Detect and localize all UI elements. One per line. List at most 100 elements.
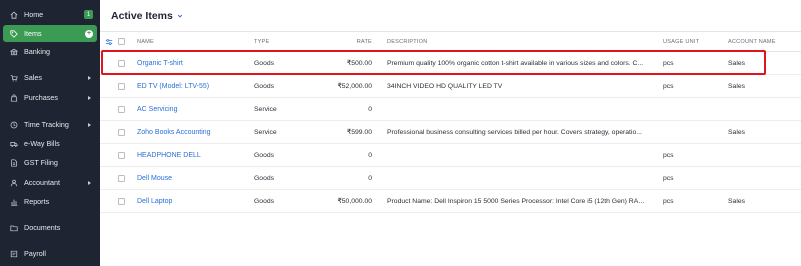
sidebar-item-label: Items <box>24 29 42 38</box>
column-settings-icon[interactable] <box>105 32 115 51</box>
select-all-checkbox[interactable] <box>118 32 126 51</box>
item-usage-unit: pcs <box>663 151 674 159</box>
truck-icon <box>7 140 21 148</box>
sidebar-item-documents[interactable]: Documents <box>3 219 97 236</box>
sidebar-item-label: e-Way Bills <box>24 139 60 148</box>
tag-icon <box>7 29 21 38</box>
table-row[interactable]: Dell Laptop Goods ₹50,000.00 Product Nam… <box>100 190 801 213</box>
item-account-name: Sales <box>728 197 746 205</box>
sidebar-item-label: Home <box>24 10 44 19</box>
table-row[interactable]: ED TV (Model: LTV-55) Goods ₹52,000.00 3… <box>100 75 801 98</box>
item-name-link[interactable]: Zoho Books Accounting <box>137 129 211 136</box>
sidebar-item-label: Reports <box>24 197 50 206</box>
sidebar-item-gst-filing[interactable]: GST Filing <box>3 154 97 171</box>
bag-icon <box>7 93 21 102</box>
item-name-link[interactable]: ED TV (Model: LTV-55) <box>137 83 209 90</box>
item-usage-unit <box>663 98 723 120</box>
item-usage-unit: pcs <box>663 197 674 205</box>
view-selector[interactable]: Active Items <box>111 10 183 22</box>
item-description: Premium quality 100% organic cotton t-sh… <box>387 59 644 67</box>
column-header-description[interactable]: DESCRIPTION <box>387 32 647 51</box>
row-checkbox[interactable] <box>118 144 126 166</box>
table-row[interactable]: HEADPHONE DELL Goods 0 pcs <box>100 144 801 167</box>
sidebar-item-purchases[interactable]: Purchases <box>3 89 97 106</box>
item-usage-unit <box>663 121 723 143</box>
chevron-right-icon <box>88 180 91 185</box>
sidebar: Home 1 Items + Banking Sales Purchases T… <box>0 0 100 266</box>
row-checkbox[interactable] <box>118 121 126 143</box>
table-row[interactable]: Dell Mouse Goods 0 pcs <box>100 167 801 190</box>
folder-icon <box>7 224 21 232</box>
row-checkbox[interactable] <box>118 167 126 189</box>
sidebar-item-home[interactable]: Home 1 <box>3 6 97 23</box>
item-account-name: Sales <box>728 82 746 90</box>
sidebar-item-sales[interactable]: Sales <box>3 69 97 86</box>
add-item-icon[interactable]: + <box>85 29 93 38</box>
sidebar-item-label: Payroll <box>24 249 46 258</box>
sidebar-item-time-tracking[interactable]: Time Tracking <box>3 116 97 133</box>
items-table: NAME TYPE RATE DESCRIPTION USAGE UNIT AC… <box>100 31 801 213</box>
sidebar-item-reports[interactable]: Reports <box>3 193 97 210</box>
sidebar-item-eway-bills[interactable]: e-Way Bills <box>3 135 97 152</box>
item-usage-unit: pcs <box>663 82 674 90</box>
item-rate: 0 <box>368 151 372 159</box>
item-name-link[interactable]: Organic T-shirt <box>137 60 183 67</box>
item-usage-unit: pcs <box>663 174 674 182</box>
item-name-link[interactable]: HEADPHONE DELL <box>137 152 201 159</box>
item-account-name <box>728 144 798 166</box>
item-rate: ₹599.00 <box>346 129 372 136</box>
row-checkbox[interactable] <box>118 98 126 120</box>
table-header: NAME TYPE RATE DESCRIPTION USAGE UNIT AC… <box>100 31 801 52</box>
item-account-name: Sales <box>728 59 746 67</box>
item-name-link[interactable]: Dell Laptop <box>137 198 172 205</box>
bank-icon <box>7 48 21 56</box>
item-rate: ₹50,000.00 <box>337 198 372 205</box>
row-checkbox[interactable] <box>118 190 126 212</box>
item-name-link[interactable]: Dell Mouse <box>137 175 172 182</box>
table-row[interactable]: Organic T-shirt Goods ₹500.00 Premium qu… <box>100 52 801 75</box>
main-content: Active Items NAME TYPE RATE DESCRIPTION … <box>100 0 801 266</box>
item-rate: 0 <box>368 105 372 113</box>
chevron-right-icon <box>88 75 91 80</box>
item-name-link[interactable]: AC Servicing <box>137 106 177 113</box>
column-header-rate[interactable]: RATE <box>300 32 372 51</box>
table-row[interactable]: Zoho Books Accounting Service ₹599.00 Pr… <box>100 121 801 144</box>
table-row[interactable]: AC Servicing Service 0 <box>100 98 801 121</box>
sidebar-item-label: Time Tracking <box>24 120 69 129</box>
column-header-account-name[interactable]: ACCOUNT NAME <box>728 32 798 51</box>
item-rate: ₹500.00 <box>346 60 372 67</box>
item-rate: ₹52,000.00 <box>337 83 372 90</box>
sidebar-item-label: Sales <box>24 73 42 82</box>
home-badge: 1 <box>84 10 93 19</box>
chevron-right-icon <box>88 122 91 127</box>
file-icon <box>7 158 21 167</box>
row-checkbox[interactable] <box>118 52 126 74</box>
sidebar-item-payroll[interactable]: Payroll <box>3 245 97 262</box>
item-usage-unit: pcs <box>663 59 674 67</box>
person-icon <box>7 179 21 187</box>
home-icon <box>7 11 21 19</box>
page-title: Active Items <box>111 10 173 22</box>
item-description: Product Name: Dell Inspiron 15 5000 Seri… <box>387 197 647 205</box>
item-description: 34INCH VIDEO HD QUALITY LED TV <box>387 82 503 90</box>
item-account-name <box>728 167 798 189</box>
sidebar-item-items[interactable]: Items + <box>3 25 97 42</box>
row-checkbox[interactable] <box>118 75 126 97</box>
sidebar-item-label: Documents <box>24 223 61 232</box>
chevron-right-icon <box>88 95 91 100</box>
chevron-down-icon <box>177 14 183 18</box>
column-header-usage-unit[interactable]: USAGE UNIT <box>663 32 723 51</box>
sidebar-item-label: Purchases <box>24 93 58 102</box>
item-rate: 0 <box>368 174 372 182</box>
payroll-icon <box>7 250 21 258</box>
clock-icon <box>7 121 21 129</box>
sidebar-item-label: GST Filing <box>24 158 58 167</box>
column-header-name[interactable]: NAME <box>137 32 247 51</box>
sidebar-item-label: Accountant <box>24 178 60 187</box>
item-account-name: Sales <box>728 128 746 136</box>
chart-icon <box>7 198 21 206</box>
sidebar-item-accountant[interactable]: Accountant <box>3 174 97 191</box>
sidebar-item-label: Banking <box>24 47 50 56</box>
cart-icon <box>7 74 21 82</box>
sidebar-item-banking[interactable]: Banking <box>3 43 97 60</box>
